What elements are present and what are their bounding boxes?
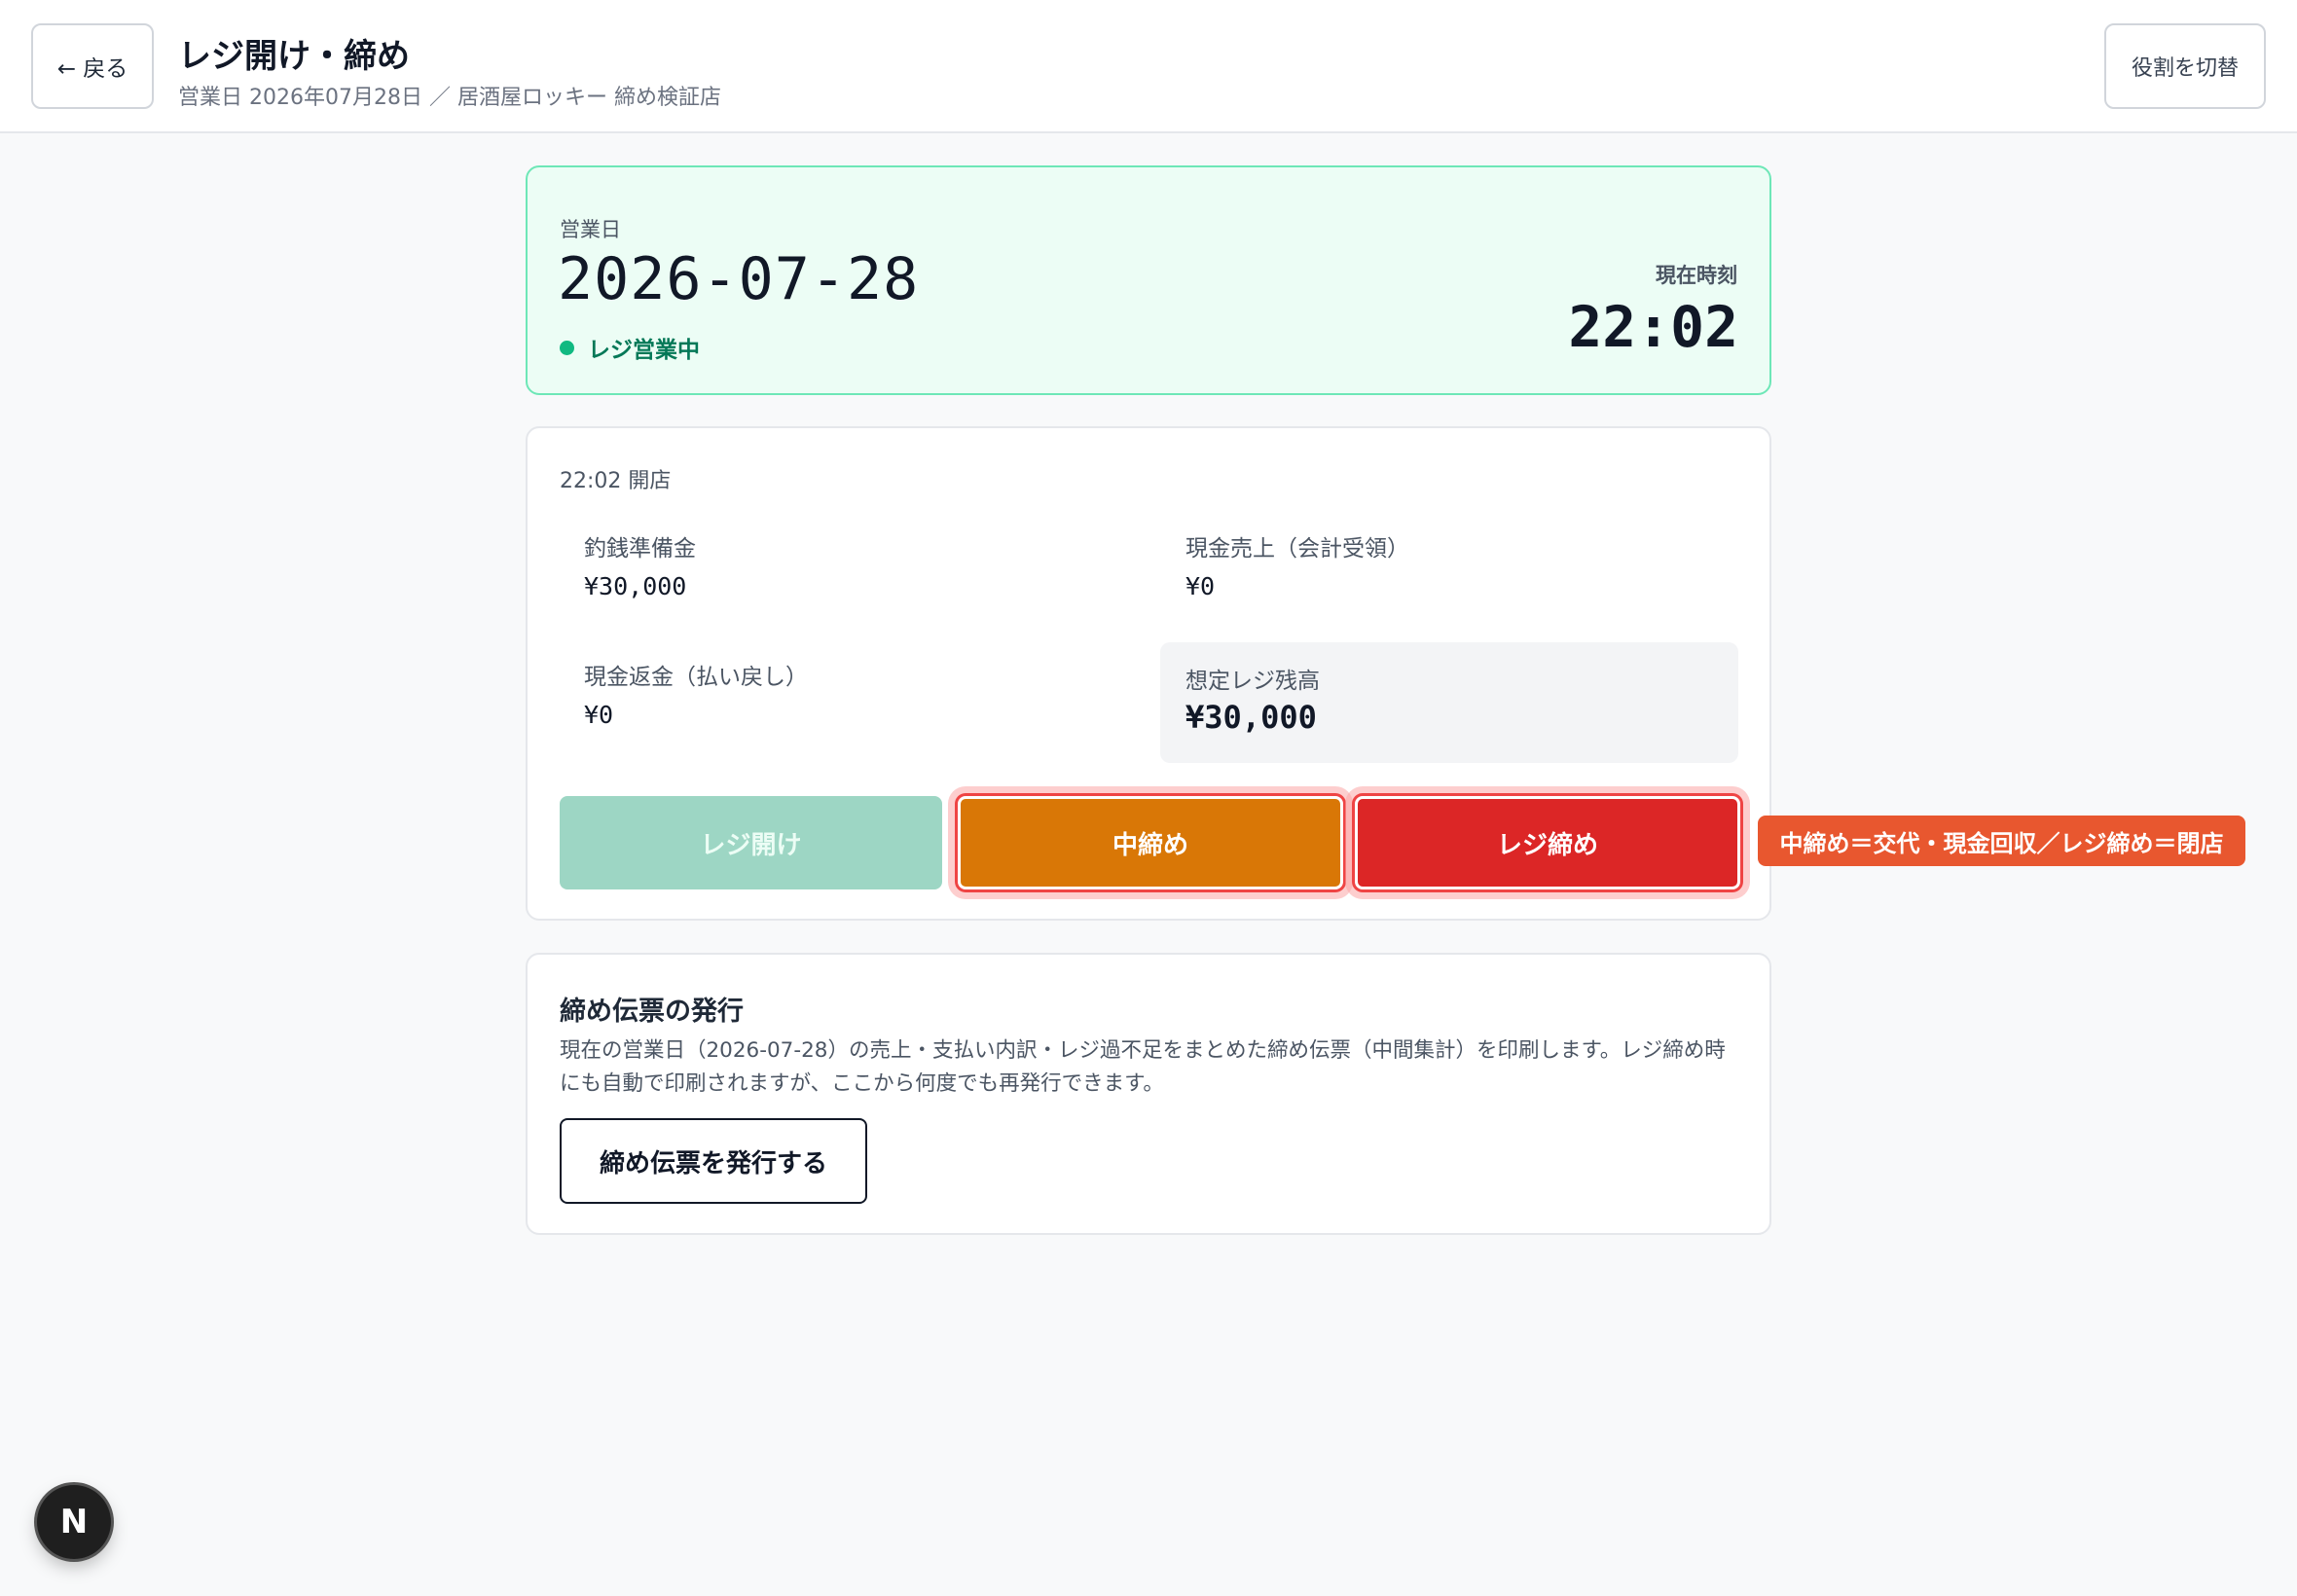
business-day-label: 営業日 (560, 218, 621, 241)
expected-balance-box: 想定レジ残高 ¥30,000 (1160, 642, 1738, 763)
closing-slip-title: 締め伝票の発行 (560, 997, 744, 1027)
register-close-button[interactable]: レジ締め (1355, 796, 1740, 889)
register-open-button[interactable]: レジ開け (560, 796, 942, 889)
cash-sales-label: 現金売上（会計受領） (1185, 536, 1409, 562)
opened-time: 22:02 開店 (560, 469, 672, 493)
cash-sales-stat: 現金売上（会計受領） ¥0 (1185, 529, 1409, 600)
mid-close-button[interactable]: 中締め (958, 796, 1343, 889)
register-status-label: レジ営業中 (588, 338, 700, 363)
business-day-date: 2026-07-28 (558, 245, 920, 313)
expected-balance-value: ¥30,000 (1185, 699, 1317, 736)
register-summary-card: 22:02 開店 釣銭準備金 ¥30,000 現金売上（会計受領） ¥0 現金返… (526, 426, 1771, 921)
cash-refund-stat: 現金返金（払い戻し） ¥0 (584, 658, 808, 729)
register-action-buttons: レジ開け 中締め レジ締め (560, 796, 1740, 889)
register-status: レジ営業中 (560, 331, 700, 364)
page-title: レジ開け・締め (178, 37, 410, 76)
role-switch-button[interactable]: 役割を切替 (2104, 23, 2266, 109)
app-header: ← 戻る レジ開け・締め 営業日 2026年07月28日 ／ 居酒屋ロッキー 締… (0, 0, 2297, 133)
cash-refund-label: 現金返金（払い戻し） (584, 665, 808, 690)
closing-slip-card: 締め伝票の発行 現在の営業日（2026-07-28）の売上・支払い内訳・レジ過不… (526, 953, 1771, 1235)
change-float-label: 釣銭準備金 (584, 536, 696, 562)
expected-balance-label: 想定レジ残高 (1185, 669, 1320, 694)
n-logo-icon[interactable]: N (37, 1485, 111, 1559)
status-dot-icon (560, 340, 574, 355)
change-float-value: ¥30,000 (584, 572, 687, 600)
change-float-stat: 釣銭準備金 ¥30,000 (584, 529, 696, 600)
cash-sales-value: ¥0 (1185, 572, 1216, 600)
close-explanation-tooltip: 中締め＝交代・現金回収／レジ締め＝閉店 (1758, 816, 2245, 866)
page-subtitle: 営業日 2026年07月28日 ／ 居酒屋ロッキー 締め検証店 (178, 86, 721, 110)
cash-refund-value: ¥0 (584, 701, 614, 729)
current-time-label: 現在時刻 (1656, 264, 1737, 287)
back-button[interactable]: ← 戻る (31, 23, 154, 109)
closing-slip-description: 現在の営業日（2026-07-28）の売上・支払い内訳・レジ過不足をまとめた締め… (560, 1038, 1726, 1096)
current-time: 22:02 (1568, 294, 1738, 360)
issue-closing-slip-button[interactable]: 締め伝票を発行する (560, 1118, 867, 1204)
business-day-status-card: 営業日 2026-07-28 レジ営業中 現在時刻 22:02 (526, 165, 1771, 395)
